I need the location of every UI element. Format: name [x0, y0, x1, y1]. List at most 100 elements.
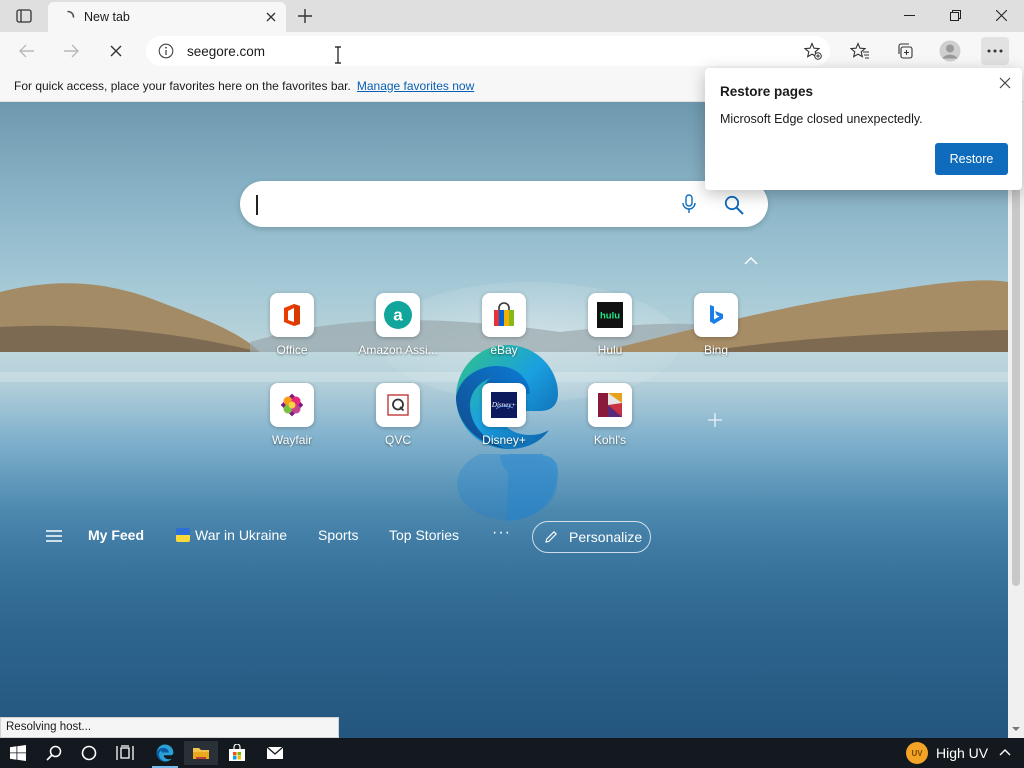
microphone-icon[interactable] [678, 193, 700, 215]
quick-link-label: Amazon Assi... [358, 343, 438, 357]
navigation-toolbar: seegore.com [0, 32, 1024, 70]
loading-spinner-icon [60, 9, 76, 25]
status-bubble: Resolving host... [0, 717, 339, 738]
folder-icon [193, 748, 209, 759]
feed-tab-sports[interactable]: Sports [318, 527, 358, 543]
arrow-left-icon [19, 44, 34, 58]
quick-link-label: eBay [490, 343, 518, 357]
quick-link-label: QVC [384, 433, 411, 447]
collections-button[interactable] [891, 37, 919, 65]
favorites-icon [850, 42, 869, 59]
vertical-scrollbar[interactable] [1008, 102, 1024, 738]
quick-link-wayfair[interactable]: Wayfair [250, 383, 334, 453]
favorites-button[interactable] [846, 37, 874, 65]
wayfair-icon [270, 383, 314, 427]
site-info-icon[interactable] [157, 42, 175, 60]
dialog-close-icon[interactable] [996, 74, 1014, 92]
task-view-button[interactable] [108, 741, 142, 765]
search-taskbar-button[interactable] [37, 741, 71, 765]
quick-link-ebay[interactable]: eBay [462, 293, 546, 363]
windows-start-icon [10, 745, 26, 761]
close-window-button[interactable] [978, 0, 1024, 30]
url-text[interactable]: seegore.com [187, 44, 265, 59]
restore-window-icon [949, 9, 961, 21]
scroll-down-icon[interactable] [1011, 724, 1021, 734]
dialog-title: Restore pages [720, 84, 814, 99]
qvc-icon [376, 383, 420, 427]
web-search-box[interactable] [240, 181, 768, 227]
tab-close-icon[interactable] [262, 8, 280, 26]
amazon-icon: a [376, 293, 420, 337]
quick-link-amazon[interactable]: a Amazon Assi... [356, 293, 440, 363]
collapse-quick-links-button[interactable] [742, 254, 760, 268]
quick-link-label: Kohl's [593, 433, 627, 447]
arrow-right-icon [64, 44, 79, 58]
taskbar-edge[interactable] [148, 741, 182, 768]
feed-tab-top-stories[interactable]: Top Stories [389, 527, 459, 543]
mail-icon [266, 746, 284, 759]
forward-button[interactable] [57, 37, 85, 65]
manage-favorites-link[interactable]: Manage favorites now [357, 79, 474, 93]
search-icon[interactable] [722, 193, 746, 217]
minimize-button[interactable] [886, 0, 932, 30]
personalize-label: Personalize [569, 529, 643, 545]
plus-icon [298, 9, 312, 23]
text-caret [256, 195, 258, 215]
start-button[interactable] [1, 741, 35, 765]
address-bar[interactable]: seegore.com [146, 36, 830, 66]
dialog-message: Microsoft Edge closed unexpectedly. [720, 112, 923, 126]
quick-link-disney[interactable]: Disney+ Disney+ [462, 383, 546, 453]
quick-link-bing[interactable]: Bing [674, 293, 758, 363]
tab-actions-button[interactable] [10, 6, 38, 26]
taskbar: UV High UV [0, 738, 1024, 768]
taskbar-store[interactable] [220, 741, 254, 765]
pencil-icon [543, 529, 559, 545]
chevron-up-icon[interactable] [998, 746, 1012, 760]
settings-and-more-button[interactable] [981, 37, 1009, 65]
collections-icon [898, 43, 913, 59]
stop-icon [110, 45, 122, 57]
add-quick-link-button[interactable] [703, 408, 727, 432]
quick-link-kohls[interactable]: Kohl's [568, 383, 652, 453]
bing-icon [694, 293, 738, 337]
tab-actions-icon [16, 9, 32, 23]
feed-tab-war-in-ukraine[interactable]: War in Ukraine [176, 527, 287, 543]
quick-link-label: Hulu [597, 343, 623, 357]
profile-button[interactable] [936, 37, 964, 65]
chevron-up-icon [744, 257, 758, 265]
taskbar-file-explorer[interactable] [184, 741, 218, 765]
quick-link-label: Wayfair [271, 433, 313, 447]
scrollbar-thumb[interactable] [1012, 186, 1020, 586]
task-view-icon [116, 745, 134, 760]
new-tab-button[interactable] [292, 4, 318, 28]
active-tab[interactable]: New tab [48, 2, 286, 32]
sun-icon: UV [906, 742, 928, 764]
stop-loading-button[interactable] [102, 37, 130, 65]
restore-window-button[interactable] [932, 0, 978, 30]
personalize-button[interactable]: Personalize [532, 521, 651, 553]
avatar-icon [939, 40, 961, 62]
add-favorite-icon[interactable] [802, 41, 824, 61]
feed-more-button[interactable]: ··· [492, 524, 512, 542]
hulu-icon: hulu [588, 293, 632, 337]
feed-tab-label: War in Ukraine [195, 527, 288, 543]
weather-widget[interactable]: UV High UV [906, 742, 988, 764]
tab-strip: New tab [0, 0, 1024, 32]
ebay-icon [482, 293, 526, 337]
restore-pages-dialog: Restore pages Microsoft Edge closed unex… [705, 68, 1022, 190]
quick-link-hulu[interactable]: hulu Hulu [568, 293, 652, 363]
quick-link-office[interactable]: Office [250, 293, 334, 363]
more-icon [987, 49, 1003, 53]
restore-button[interactable]: Restore [935, 143, 1008, 175]
feed-navigation: My Feed War in Ukraine Sports Top Storie… [0, 512, 1008, 560]
plus-icon [708, 413, 722, 427]
taskbar-mail[interactable] [258, 741, 292, 765]
quick-link-label: Office [276, 343, 308, 357]
text-cursor-icon [335, 46, 341, 64]
quick-link-label: Disney+ [482, 433, 526, 447]
back-button[interactable] [13, 37, 41, 65]
cortana-button[interactable] [72, 741, 106, 765]
hamburger-menu-icon[interactable] [44, 526, 64, 546]
feed-tab-my-feed[interactable]: My Feed [88, 527, 144, 543]
quick-link-qvc[interactable]: QVC [356, 383, 440, 453]
